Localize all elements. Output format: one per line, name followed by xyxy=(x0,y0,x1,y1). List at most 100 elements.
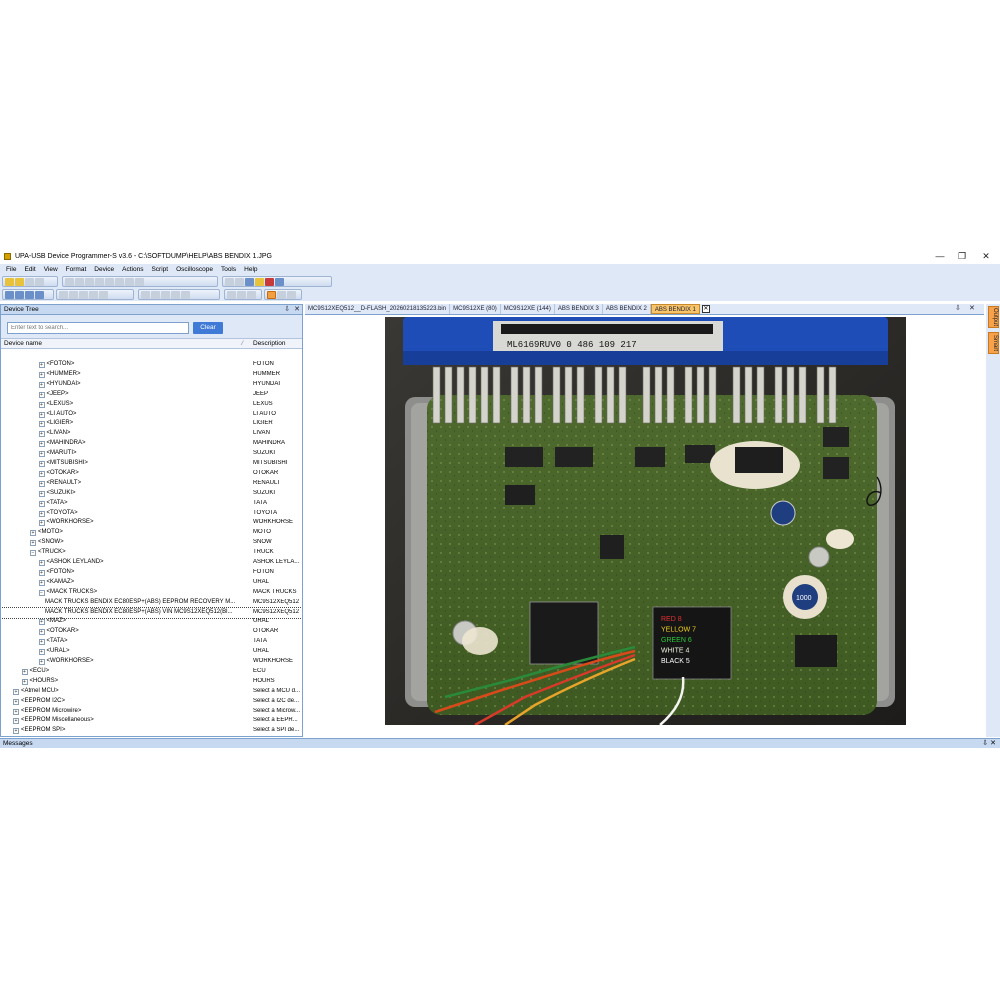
search-input[interactable] xyxy=(7,322,189,334)
tree-row[interactable]: − <MACK TRUCKS> MACK TRUCKS xyxy=(1,588,302,598)
expand-icon[interactable]: + xyxy=(38,391,45,398)
tree-row[interactable]: + <LI AUTO> LI AUTO xyxy=(1,410,302,420)
menu-edit[interactable]: Edit xyxy=(20,266,39,273)
tree-row[interactable]: + <LEXUS> LEXUS xyxy=(1,400,302,410)
tree-row[interactable]: + <WORKHORSE> WORKHORSE xyxy=(1,518,302,528)
action-icon-3[interactable] xyxy=(161,290,170,299)
format-icon-3[interactable] xyxy=(79,290,88,299)
action-icon-1[interactable] xyxy=(141,290,150,299)
menu-tools[interactable]: Tools xyxy=(217,266,240,273)
expand-icon[interactable]: + xyxy=(38,500,45,507)
expand-icon[interactable]: + xyxy=(38,362,45,368)
goto-icon[interactable] xyxy=(135,277,144,286)
format-icon-5[interactable] xyxy=(99,290,108,299)
format-icon-2[interactable] xyxy=(69,290,78,299)
format-icon-4[interactable] xyxy=(89,290,98,299)
tree-row[interactable]: + <HOURS> HOURS xyxy=(1,677,302,687)
tree-row[interactable]: + <URAL> URAL xyxy=(1,647,302,657)
tree-row[interactable]: + <LIVAN> LIVAN xyxy=(1,429,302,439)
expand-icon[interactable]: + xyxy=(13,708,19,715)
wrench-icon[interactable] xyxy=(5,290,14,299)
expand-icon[interactable]: + xyxy=(38,510,45,517)
cut-icon[interactable] xyxy=(85,277,94,286)
undo-icon[interactable] xyxy=(65,277,74,286)
tree-row[interactable]: + <TOYOTA> TOYOTA xyxy=(1,509,302,519)
expand-icon[interactable]: + xyxy=(13,728,19,735)
tree-row[interactable]: + <EEPROM I2C> Select a I2C de... xyxy=(1,697,302,707)
messages-pin-icon[interactable]: ⇩ xyxy=(982,740,988,747)
tree-row[interactable]: + <MITSUBISHI> MITSUBISHI xyxy=(1,459,302,469)
expand-icon[interactable]: + xyxy=(38,569,45,576)
action-icon-4[interactable] xyxy=(171,290,180,299)
tree-row[interactable]: + <SUZUKI> SUZUKI xyxy=(1,489,302,499)
document-tab[interactable]: MC9S12XE (80) xyxy=(450,304,501,314)
new-icon[interactable] xyxy=(5,277,14,286)
tree-row[interactable]: + <OTOKAR> OTOKAR xyxy=(1,627,302,637)
action-icon-5[interactable] xyxy=(181,290,190,299)
paste-icon[interactable] xyxy=(105,277,114,286)
redo-icon[interactable] xyxy=(75,277,84,286)
expand-icon[interactable]: + xyxy=(38,639,45,646)
expand-icon[interactable]: + xyxy=(38,381,45,388)
menu-view[interactable]: View xyxy=(40,266,62,273)
tab-close-icon[interactable]: ✕ xyxy=(701,305,710,313)
expand-icon[interactable]: + xyxy=(38,579,45,586)
restore-button[interactable]: ❐ xyxy=(950,248,974,264)
save-all-icon[interactable] xyxy=(35,277,44,286)
expand-icon[interactable]: + xyxy=(38,560,45,566)
close-button[interactable]: ✕ xyxy=(974,248,998,264)
tree-row[interactable]: + <JEEP> JEEP xyxy=(1,390,302,400)
tree-row[interactable]: + <MAZ> URAL xyxy=(1,617,302,627)
expand-icon[interactable]: + xyxy=(38,411,45,418)
expand-icon[interactable]: + xyxy=(13,718,19,725)
stop-run-icon[interactable] xyxy=(247,290,256,299)
tree-row[interactable]: + <OTOKAR> OTOKAR xyxy=(1,469,302,479)
document-tab[interactable]: MC9S12XEQ512__D-FLASH_20260218135223.bin xyxy=(305,304,451,314)
read-icon[interactable] xyxy=(225,277,234,286)
tree-row[interactable]: MACK TRUCKS BENDIX EC80ESP+(ABS) VIN MC9… xyxy=(1,606,302,619)
expand-icon[interactable]: + xyxy=(38,490,45,497)
doc-close-icon[interactable]: ✕ xyxy=(969,304,975,312)
tree-row[interactable]: + <KAMAZ> URAL xyxy=(1,578,302,588)
tree-row[interactable]: + <RENAULT> RENAULT xyxy=(1,479,302,489)
document-tab[interactable]: ABS BENDIX 3 xyxy=(555,304,603,314)
find-icon[interactable] xyxy=(115,277,124,286)
expand-icon[interactable]: + xyxy=(38,470,45,477)
clear-button[interactable]: Clear xyxy=(193,322,223,334)
expand-icon[interactable]: + xyxy=(30,540,36,547)
expand-icon[interactable]: + xyxy=(13,688,19,695)
tree-row[interactable]: + <MAHINDRA> MAHINDRA xyxy=(1,439,302,449)
menu-file[interactable]: File xyxy=(2,266,20,273)
tree-row[interactable]: + <EEPROM Microwire> Select a Microw... xyxy=(1,707,302,717)
expand-icon[interactable]: + xyxy=(13,698,19,705)
expand-icon[interactable]: + xyxy=(38,451,45,458)
expand-icon[interactable]: + xyxy=(38,431,45,438)
cross-icon[interactable] xyxy=(25,290,34,299)
tree-row[interactable]: + <LIGIER> LIGIER xyxy=(1,419,302,429)
zoom-icon[interactable] xyxy=(277,290,286,299)
minimize-button[interactable]: — xyxy=(928,248,952,264)
collapse-icon[interactable]: − xyxy=(30,550,36,557)
panel-close-icon[interactable]: ✕ xyxy=(294,305,300,313)
menu-device[interactable]: Device xyxy=(90,266,118,273)
tree-row[interactable]: + <MARUTI> SUZUKI xyxy=(1,449,302,459)
output-tab[interactable]: Output xyxy=(988,306,999,328)
collapse-icon[interactable]: − xyxy=(38,589,45,596)
expand-icon[interactable]: + xyxy=(38,371,45,378)
pin-icon[interactable]: ⇩ xyxy=(284,305,290,313)
expand-icon[interactable]: + xyxy=(38,649,45,656)
expand-icon[interactable]: + xyxy=(38,520,45,527)
open-icon[interactable] xyxy=(15,277,24,286)
script-icon[interactable] xyxy=(255,277,264,286)
menu-format[interactable]: Format xyxy=(62,266,91,273)
expand-icon[interactable]: + xyxy=(38,659,45,665)
expand-icon[interactable]: + xyxy=(38,619,45,626)
menu-script[interactable]: Script xyxy=(147,266,172,273)
document-tab[interactable]: MC9S12XE (144) xyxy=(501,304,555,314)
save-icon[interactable] xyxy=(25,277,34,286)
messages-close-icon[interactable]: ✕ xyxy=(990,740,996,747)
expand-icon[interactable]: + xyxy=(38,401,45,408)
tree-row[interactable]: + <ASHOK LEYLAND> ASHOK LEYLA... xyxy=(1,558,302,568)
pause-icon[interactable] xyxy=(237,290,246,299)
menu-help[interactable]: Help xyxy=(240,266,261,273)
